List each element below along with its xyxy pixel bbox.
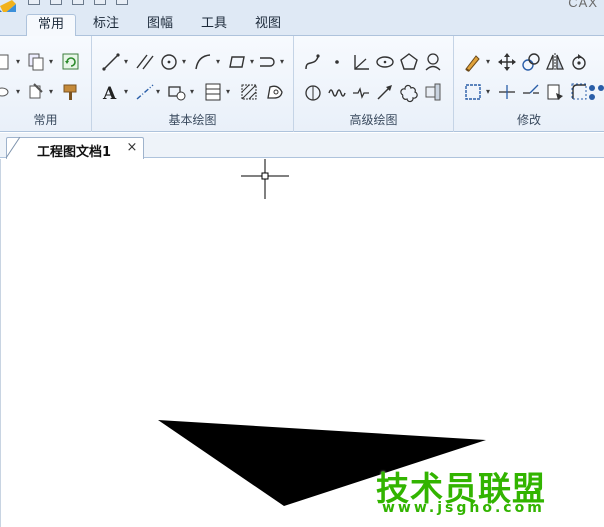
crosshair-cursor-icon xyxy=(241,159,289,199)
rotate-icon[interactable] xyxy=(568,51,590,73)
refresh-icon[interactable] xyxy=(60,51,82,73)
watermark: 技术员联盟 www.jsgho.com xyxy=(376,462,566,522)
spline-icon[interactable] xyxy=(302,51,324,73)
chevron-down-icon[interactable]: ▾ xyxy=(190,87,194,96)
circle-segment-icon[interactable] xyxy=(302,81,324,103)
print-icon[interactable] xyxy=(94,0,106,5)
break-icon[interactable] xyxy=(520,81,542,103)
move-icon[interactable] xyxy=(496,51,518,73)
hatch-icon[interactable] xyxy=(238,81,260,103)
tab-common[interactable]: 常用 xyxy=(26,14,76,37)
centerline-icon[interactable] xyxy=(134,81,156,103)
block-icon[interactable] xyxy=(166,81,188,103)
format-brush-icon[interactable] xyxy=(60,81,82,103)
tab-tools[interactable]: 工具 xyxy=(192,14,236,36)
open-file-icon[interactable] xyxy=(50,0,62,5)
tab-annotation[interactable]: 标注 xyxy=(84,14,128,36)
group-label-modify: 修改 xyxy=(516,113,541,127)
polyline-icon[interactable] xyxy=(256,51,278,73)
table-icon[interactable] xyxy=(202,81,224,103)
chevron-down-icon[interactable]: ▾ xyxy=(280,57,284,66)
point-icon[interactable] xyxy=(326,51,348,73)
group-common: ▾ ▾ ▾ ▾ 常用 xyxy=(0,36,92,132)
chevron-down-icon[interactable]: ▾ xyxy=(486,57,490,66)
trim-icon[interactable] xyxy=(462,81,484,103)
ribbon: ▾ ▾ ▾ ▾ 常用 ▾ ▾ ▾ ▾ ▾ A ▾ ▾ ▾ ▾ 基本绘图 高级绘图… xyxy=(0,36,604,132)
center-mark-icon[interactable] xyxy=(422,51,444,73)
chevron-down-icon[interactable]: ▾ xyxy=(226,87,230,96)
quick-access-toolbar xyxy=(28,0,128,8)
extend-icon[interactable] xyxy=(496,81,518,103)
tab-view[interactable]: 视图 xyxy=(246,14,290,36)
group-label-basic-drawing: 基本绘图 xyxy=(168,113,217,127)
paste-icon[interactable] xyxy=(0,51,16,73)
document-tab-label: 工程图文档1 xyxy=(37,145,112,160)
tab-corner-icon xyxy=(6,137,20,158)
cloud-line-icon[interactable] xyxy=(398,81,420,103)
parallel-line-icon[interactable] xyxy=(134,51,156,73)
region-icon[interactable] xyxy=(264,81,286,103)
watermark-url: www.jsgho.com xyxy=(382,500,545,516)
chevron-down-icon[interactable]: ▾ xyxy=(486,87,490,96)
chevron-down-icon[interactable]: ▾ xyxy=(182,57,186,66)
ellipse-icon[interactable] xyxy=(374,51,396,73)
gear-profile-icon[interactable] xyxy=(422,81,444,103)
wave-line-icon[interactable] xyxy=(326,81,348,103)
rectangle-icon[interactable] xyxy=(226,51,248,73)
group-modify: ▾ ▾ 修改 xyxy=(454,36,604,132)
document-tab-bar: 工程图文档1 × xyxy=(0,133,604,160)
arrow-icon[interactable] xyxy=(374,81,396,103)
menu-bar: 常用 标注 图幅 工具 视图 xyxy=(0,12,604,37)
copy-object-icon[interactable] xyxy=(520,51,542,73)
svg-text:A: A xyxy=(102,84,117,103)
chevron-down-icon[interactable]: ▾ xyxy=(124,57,128,66)
chevron-down-icon[interactable]: ▾ xyxy=(216,57,220,66)
mirror-icon[interactable] xyxy=(544,51,566,73)
group-advanced-drawing: 高级绘图 xyxy=(294,36,454,132)
undo-icon[interactable] xyxy=(116,0,128,5)
tab-sheet[interactable]: 图幅 xyxy=(138,14,182,36)
properties-icon[interactable] xyxy=(26,81,48,103)
chevron-down-icon[interactable]: ▾ xyxy=(49,87,53,96)
copy-icon[interactable] xyxy=(26,51,48,73)
group-basic-drawing: ▾ ▾ ▾ ▾ ▾ A ▾ ▾ ▾ ▾ 基本绘图 xyxy=(92,36,294,132)
erase-icon[interactable] xyxy=(462,51,484,73)
break-line-icon[interactable] xyxy=(350,81,372,103)
save-icon[interactable] xyxy=(72,0,84,5)
document-tab[interactable]: 工程图文档1 × xyxy=(6,137,144,160)
title-bar: CAX xyxy=(0,0,604,12)
chevron-down-icon[interactable]: ▾ xyxy=(16,87,20,96)
polygon-icon[interactable] xyxy=(398,51,420,73)
new-file-icon[interactable] xyxy=(28,0,40,5)
line-icon[interactable] xyxy=(100,51,122,73)
circle-icon[interactable] xyxy=(158,51,180,73)
chevron-down-icon[interactable]: ▾ xyxy=(16,57,20,66)
angle-line-icon[interactable] xyxy=(350,51,372,73)
text-icon[interactable]: A xyxy=(100,81,122,103)
close-icon[interactable]: × xyxy=(125,140,139,156)
chevron-down-icon[interactable]: ▾ xyxy=(49,57,53,66)
layer-icon[interactable] xyxy=(0,81,16,103)
group-label-common: 常用 xyxy=(33,113,58,127)
stretch-icon[interactable] xyxy=(544,81,566,103)
group-label-advanced-drawing: 高级绘图 xyxy=(349,113,398,127)
chevron-down-icon[interactable]: ▾ xyxy=(250,57,254,66)
app-title: CAX xyxy=(568,0,598,10)
chevron-down-icon[interactable]: ▾ xyxy=(124,87,128,96)
array-icon[interactable] xyxy=(586,81,604,103)
arc-icon[interactable] xyxy=(192,51,214,73)
chevron-down-icon[interactable]: ▾ xyxy=(156,87,160,96)
